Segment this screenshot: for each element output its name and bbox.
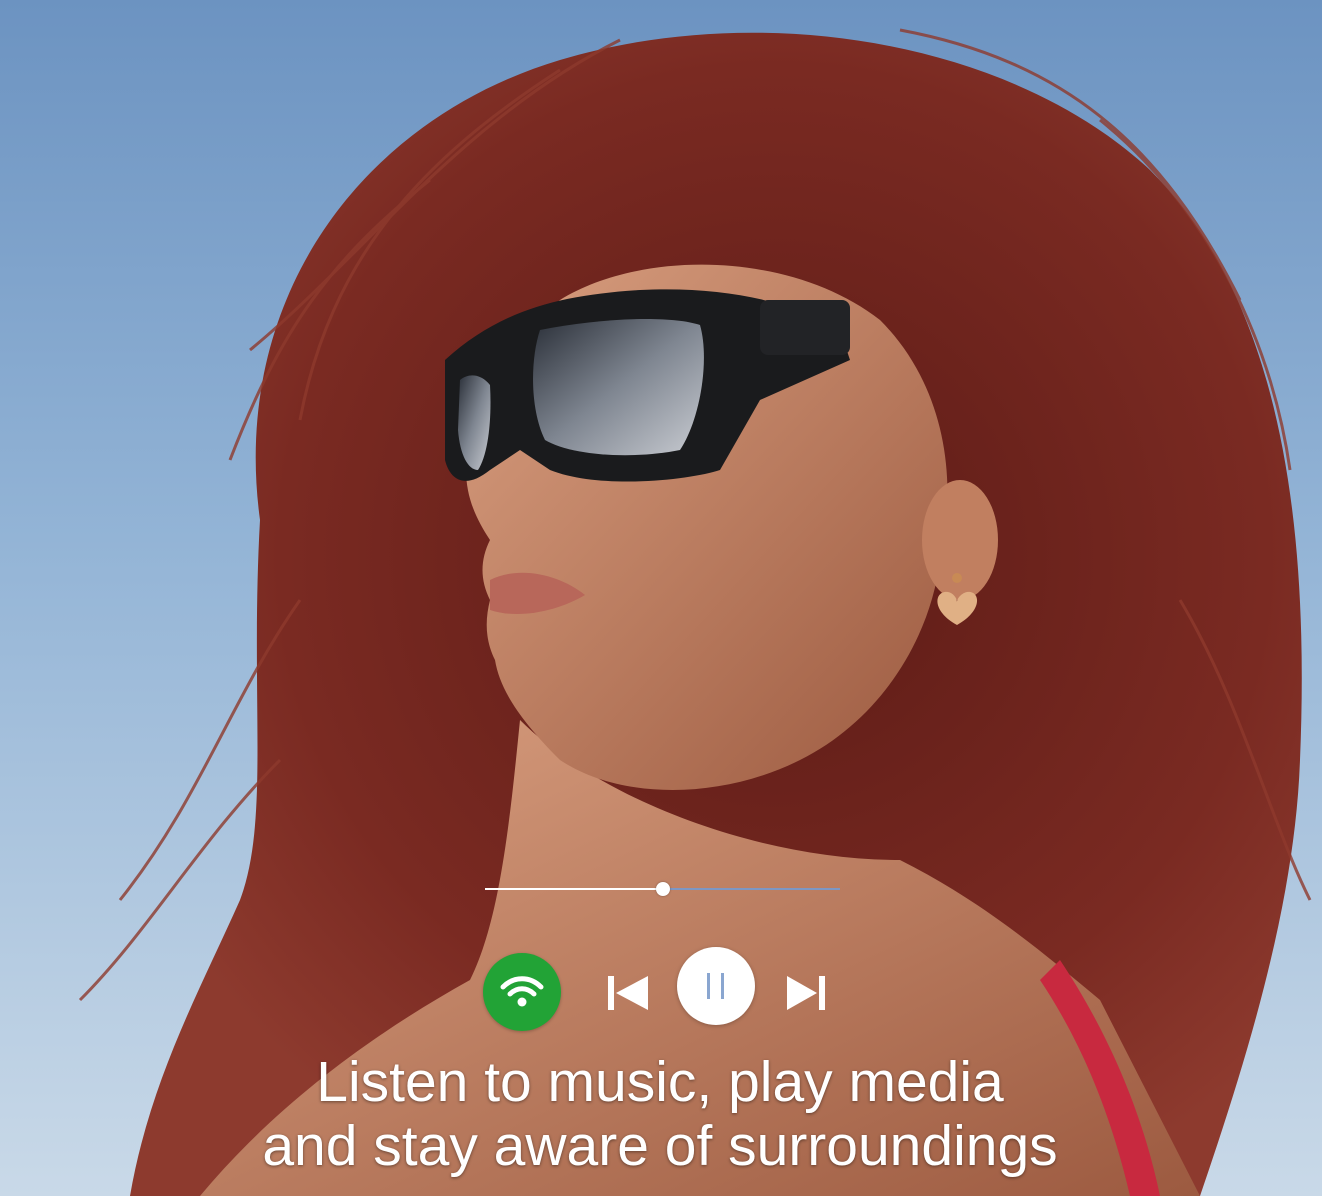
caption-line-2: and stay aware of surroundings <box>262 1114 1058 1178</box>
caption-line-1: Listen to music, play media <box>316 1050 1004 1114</box>
progress-knob[interactable] <box>655 882 670 896</box>
pause-button[interactable] <box>677 947 755 1025</box>
progress-played <box>485 888 663 890</box>
pause-icon <box>707 973 724 999</box>
caption: Listen to music, play media and stay awa… <box>160 1050 1160 1178</box>
next-track-button[interactable] <box>785 970 831 1016</box>
skip-next-icon <box>787 976 825 1010</box>
media-overlay: Listen to music, play media and stay awa… <box>0 0 1322 1196</box>
wifi-button[interactable] <box>483 953 561 1031</box>
playback-progress-slider[interactable] <box>485 882 840 896</box>
wifi-icon <box>500 976 544 1007</box>
previous-track-button[interactable] <box>602 968 652 1018</box>
skip-previous-icon <box>608 976 648 1010</box>
